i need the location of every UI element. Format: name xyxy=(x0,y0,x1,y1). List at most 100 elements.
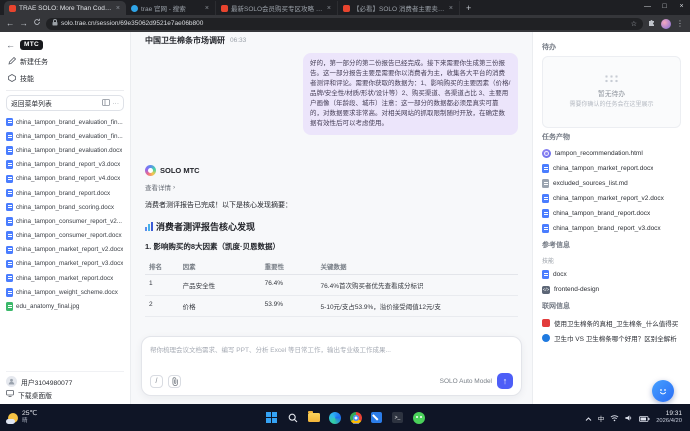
browser-tab-2[interactable]: trae 官网 - 搜索 × xyxy=(126,1,216,15)
artifact-item[interactable]: china_tampon_market_report.docx xyxy=(542,161,681,176)
file-list-item[interactable]: china_tampon_consumer_report.docx xyxy=(6,229,124,243)
artifact-item[interactable]: china_tampon_brand_report.docx xyxy=(542,206,681,221)
wechat-button[interactable] xyxy=(412,411,425,424)
window-maximize-button[interactable]: □ xyxy=(656,0,673,15)
report-heading-text: 消费者测评报告核心发现 xyxy=(156,222,256,233)
new-task-button[interactable]: 新建任务 xyxy=(6,54,124,69)
file-name: china_tampon_brand_report_v3.docx xyxy=(16,161,121,169)
view-details-toggle[interactable]: 查看详情 › xyxy=(145,182,518,193)
reference-group-label: 技能 xyxy=(542,259,555,265)
reference-item[interactable]: docx xyxy=(542,267,681,282)
model-selector[interactable]: SOLO Auto Model xyxy=(440,378,492,385)
session-title: 中国卫生棉条市场调研 xyxy=(145,36,225,45)
windows-taskbar: 25℃ 晴 >_ 中 19:31 2026/4/20 xyxy=(0,404,690,431)
chat-input[interactable] xyxy=(150,344,513,370)
back-icon[interactable]: ← xyxy=(6,15,15,32)
file-list-item[interactable]: edu_anatomy_final.jpg xyxy=(6,299,124,313)
web-reference-item[interactable]: 使用卫生棉条的真相_卫生棉条_什么值得买 xyxy=(542,315,681,330)
docx-file-icon xyxy=(6,273,13,283)
start-button[interactable] xyxy=(265,411,278,424)
battery-icon[interactable] xyxy=(639,409,650,427)
file-list-item[interactable]: china_tampon_brand_scoring.docx xyxy=(6,200,124,214)
file-list-item[interactable]: china_tampon_weight_scheme.docx xyxy=(6,285,124,299)
reference-name: docx xyxy=(553,271,567,278)
extensions-icon[interactable] xyxy=(648,15,656,32)
window-minimize-button[interactable]: — xyxy=(639,0,656,15)
file-name: china_tampon_weight_scheme.docx xyxy=(16,288,118,296)
ime-indicator[interactable]: 中 xyxy=(598,413,605,423)
terminal-button[interactable]: >_ xyxy=(391,411,404,424)
new-tab-button[interactable]: + xyxy=(460,1,477,15)
chrome-browser-button[interactable] xyxy=(349,411,362,424)
slash-command-icon[interactable]: / xyxy=(150,374,163,388)
web-reference-item[interactable]: 卫生巾 VS 卫生棉条哪个好用？区别全解析 xyxy=(542,330,681,345)
reference-item[interactable]: </> frontend-design xyxy=(542,282,681,297)
file-list-item[interactable]: china_tampon_brand_report_v4.docx xyxy=(6,172,124,186)
image-file-icon xyxy=(6,302,13,311)
browser-profile-avatar[interactable] xyxy=(661,18,671,29)
file-list-item[interactable]: china_tampon_consumer_report_v2... xyxy=(6,214,124,228)
vscode-button[interactable] xyxy=(370,411,383,424)
file-name: china_tampon_consumer_report.docx xyxy=(16,232,122,240)
browser-menu-icon[interactable]: ⋮ xyxy=(676,19,684,28)
attachment-icon[interactable] xyxy=(168,374,181,388)
chat-message-list[interactable]: 好的，第一部分的第二份报告已经完成。接下来需要你生成第三份报告。这一部分报告主要… xyxy=(131,49,532,330)
taskbar-clock[interactable]: 19:31 2026/4/20 xyxy=(656,410,682,425)
forward-icon[interactable]: → xyxy=(20,15,29,32)
file-name: china_tampon_brand_evaluation_fin... xyxy=(16,132,123,140)
tab-close-icon[interactable]: × xyxy=(326,5,332,12)
wifi-icon[interactable] xyxy=(610,409,619,427)
artifact-item[interactable]: china_tampon_brand_report_v3.docx xyxy=(542,221,681,236)
file-list-item[interactable]: china_tampon_brand_report_v3.docx xyxy=(6,158,124,172)
tab-close-icon[interactable]: × xyxy=(448,5,454,12)
file-list-item[interactable]: china_tampon_market_report_v3.docx xyxy=(6,257,124,271)
file-list-item[interactable]: china_tampon_market_report_v2.docx xyxy=(6,243,124,257)
skills-button[interactable]: 技能 xyxy=(6,71,124,86)
file-list-item[interactable]: china_tampon_market_report.docx xyxy=(6,271,124,285)
todo-empty-state: 暂无待办 需要你确认的任务会在这里展示 xyxy=(542,56,681,128)
tab-close-icon[interactable]: × xyxy=(204,5,210,12)
browser-tab-4[interactable]: 【必看】SOLO 消费者主要卖点... × xyxy=(338,1,460,15)
running-indicator xyxy=(352,422,359,424)
bookmark-star-icon[interactable]: ☆ xyxy=(631,20,637,28)
more-icon[interactable]: ··· xyxy=(113,100,120,107)
tab-close-icon[interactable]: × xyxy=(115,5,121,12)
artifact-item[interactable]: excluded_sources_list.md xyxy=(542,176,681,191)
file-explorer-button[interactable] xyxy=(307,411,320,424)
tray-expand-icon[interactable] xyxy=(585,409,592,427)
col-rank: 排名 xyxy=(145,258,179,276)
col-keydata: 关键数据 xyxy=(316,258,518,276)
solo-app: ← MTC 新建任务 技能 返回菜单列表 ··· china_tampon_br xyxy=(0,32,690,404)
artifact-item[interactable]: tampon_recommendation.html xyxy=(542,146,681,161)
skills-icon xyxy=(8,73,16,84)
send-button[interactable]: ↑ xyxy=(497,373,513,389)
file-list-item[interactable]: china_tampon_brand_evaluation_fin... xyxy=(6,129,124,143)
chevron-right-icon: › xyxy=(173,183,176,191)
volume-icon[interactable] xyxy=(625,409,633,427)
user-name: 用户3104980077 xyxy=(21,379,73,387)
window-close-button[interactable]: × xyxy=(673,0,690,15)
file-name: edu_anatomy_final.jpg xyxy=(16,303,80,311)
file-list-item[interactable]: china_tampon_brand_report.docx xyxy=(6,186,124,200)
artifact-list: tampon_recommendation.html china_tampon_… xyxy=(542,146,681,236)
file-list-item[interactable]: china_tampon_brand_evaluation_fin... xyxy=(6,115,124,129)
artifact-item[interactable]: china_tampon_market_report_v2.docx xyxy=(542,191,681,206)
todo-section-title: 待办 xyxy=(542,44,556,51)
file-name: china_tampon_brand_report.docx xyxy=(16,189,111,197)
panel-layout-icon[interactable] xyxy=(101,98,110,108)
file-list-item[interactable]: china_tampon_brand_evaluation.docx xyxy=(6,143,124,157)
user-account-button[interactable]: 用户3104980077 xyxy=(6,375,124,388)
taskbar-weather-widget[interactable]: 25℃ 晴 xyxy=(6,410,148,425)
customer-support-button[interactable] xyxy=(652,380,674,402)
edge-browser-button[interactable] xyxy=(328,411,341,424)
sidebar-back-icon[interactable]: ← xyxy=(6,40,15,50)
browser-tab-3[interactable]: 最新SOLO会员购买专区攻略 - TRAE... × xyxy=(216,1,338,15)
back-to-menu-button[interactable]: 返回菜单列表 ··· xyxy=(6,95,124,111)
taskbar-search-button[interactable] xyxy=(286,411,299,424)
url-bar[interactable]: solo.trae.cn/session/69e35062d9521e7ae06… xyxy=(46,17,643,30)
download-desktop-button[interactable]: 下载桌面版 xyxy=(6,388,124,401)
browser-tab-strip: TRAE SOLO: More Than Coding × trae 官网 - … xyxy=(0,0,690,15)
browser-tab-1[interactable]: TRAE SOLO: More Than Coding × xyxy=(4,1,126,15)
docx-file-icon xyxy=(6,146,13,155)
reload-icon[interactable] xyxy=(33,15,41,32)
